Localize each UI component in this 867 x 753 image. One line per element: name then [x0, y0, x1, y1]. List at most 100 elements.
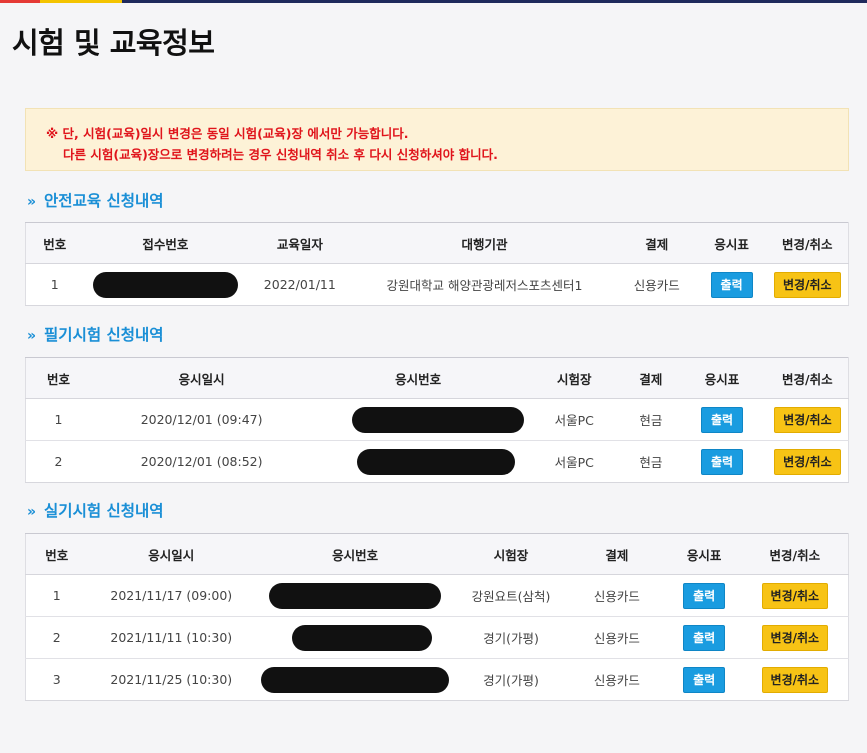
- col-header: 응시표: [666, 533, 742, 575]
- notice-line-2: 다른 시험(교육)장으로 변경하려는 경우 신청내역 취소 후 다시 신청하셔야…: [63, 147, 498, 162]
- table-row: 3 2021/11/25 (10:30) 경기(가평) 신용카드 출력 변경/취…: [26, 659, 849, 701]
- section-title-safety-label: 안전교육 신청내역: [44, 192, 164, 210]
- payment-method: 신용카드: [633, 278, 680, 293]
- exam-site: 경기(가평): [455, 616, 567, 659]
- print-button[interactable]: 출력: [683, 624, 726, 651]
- exam-number-cell: [255, 659, 455, 701]
- payment-method: 신용카드: [566, 574, 667, 617]
- table-header-row: 번호 응시일시 응시번호 시험장 결제 응시표 변경/취소: [25, 533, 849, 575]
- change-cell: 변경/취소: [767, 441, 849, 483]
- change-cell: 변경/취소: [741, 574, 849, 617]
- col-header: 대행기관: [352, 222, 617, 264]
- col-header: 번호: [25, 533, 88, 575]
- col-header: 시험장: [455, 533, 567, 575]
- written-table: 번호 응시일시 응시번호 시험장 결제 응시표 변경/취소 1 2020/12/…: [25, 357, 849, 483]
- notice-line-1: ※ 단, 시험(교육)일시 변경은 동일 시험(교육)장 에서만 가능합니다.: [46, 126, 409, 141]
- row-number: 3: [52, 672, 61, 687]
- row-number: 2: [25, 616, 88, 659]
- top-accent-bar: [0, 0, 867, 3]
- row-number: 2: [54, 454, 63, 469]
- section-title-written-label: 필기시험 신청내역: [44, 326, 164, 344]
- print-cell: 출력: [697, 264, 767, 306]
- print-cell: 출력: [666, 616, 742, 659]
- exam-site: 강원요트(삼척): [455, 574, 567, 617]
- payment-method: 신용카드: [566, 616, 667, 659]
- exam-number-cell: [255, 616, 456, 659]
- top-accent-red: [0, 0, 40, 3]
- agency: 강원대학교 해양관광레저스포츠센터1: [386, 278, 583, 293]
- redacted-block: [292, 624, 433, 651]
- col-header: 결제: [566, 533, 667, 575]
- section-title-practical-label: 실기시험 신청내역: [44, 502, 164, 520]
- payment-method: 현금: [624, 398, 678, 441]
- exam-datetime: 2020/12/01 (08:52): [140, 454, 263, 469]
- print-button[interactable]: 출력: [710, 271, 753, 298]
- double-chevron-right-icon: »: [27, 504, 37, 520]
- print-button[interactable]: 출력: [700, 448, 744, 475]
- table-header-row: 번호 접수번호 교육일자 대행기관 결제 응시표 변경/취소: [25, 222, 849, 264]
- education-date: 2022/01/11: [263, 277, 336, 292]
- table-header-row: 번호 응시일시 응시번호 시험장 결제 응시표 변경/취소: [25, 357, 849, 399]
- redacted-block: [357, 448, 516, 475]
- change-cancel-button[interactable]: 변경/취소: [774, 448, 841, 475]
- col-header: 응시번호: [312, 357, 525, 399]
- double-chevron-right-icon: »: [27, 194, 37, 210]
- col-header: 변경/취소: [766, 222, 849, 264]
- change-cancel-button[interactable]: 변경/취소: [774, 271, 841, 298]
- payment-method: 신용카드: [593, 673, 640, 688]
- change-cancel-button[interactable]: 변경/취소: [774, 406, 841, 433]
- print-button[interactable]: 출력: [683, 666, 726, 693]
- print-button[interactable]: 출력: [683, 582, 726, 609]
- exam-number-cell: [312, 441, 524, 483]
- col-header: 응시표: [696, 222, 767, 264]
- page-title: 시험 및 교육정보: [12, 26, 215, 60]
- change-cell: 변경/취소: [742, 659, 849, 701]
- col-header: 응시표: [677, 357, 767, 399]
- change-cancel-button[interactable]: 변경/취소: [761, 666, 829, 693]
- section-title-practical: » 실기시험 신청내역: [27, 499, 164, 521]
- col-header: 교육일자: [247, 222, 353, 264]
- redacted-block: [352, 406, 525, 433]
- notice-box: ※ 단, 시험(교육)일시 변경은 동일 시험(교육)장 에서만 가능합니다. …: [25, 108, 849, 171]
- change-cell: 변경/취소: [741, 616, 849, 659]
- print-button[interactable]: 출력: [700, 406, 744, 433]
- section-title-safety: » 안전교육 신청내역: [27, 189, 164, 211]
- change-cancel-button[interactable]: 변경/취소: [761, 582, 829, 609]
- exam-datetime: 2020/12/01 (09:47): [91, 398, 313, 441]
- exam-datetime: 2021/11/11 (10:30): [87, 616, 256, 659]
- exam-site: 서울PC: [524, 398, 625, 441]
- change-cell: 변경/취소: [767, 264, 849, 306]
- row-number: 1: [25, 398, 92, 441]
- print-cell: 출력: [666, 574, 742, 617]
- col-header: 응시일시: [91, 357, 313, 399]
- redacted-block: [261, 666, 450, 693]
- table-row: 2 2020/12/01 (08:52) 서울PC 현금 출력 변경/취소: [26, 441, 849, 483]
- safety-table: 번호 접수번호 교육일자 대행기관 결제 응시표 변경/취소 1 2022/01…: [25, 222, 849, 306]
- exam-number-cell: [255, 574, 456, 617]
- table-row: 2 2021/11/11 (10:30) 경기(가평) 신용카드 출력 변경/취…: [25, 616, 849, 659]
- col-header: 번호: [25, 222, 84, 264]
- exam-datetime: 2021/11/17 (09:00): [87, 574, 256, 617]
- col-header: 결제: [616, 222, 697, 264]
- practical-table: 번호 응시일시 응시번호 시험장 결제 응시표 변경/취소 1 2021/11/…: [25, 533, 849, 701]
- exam-site: 경기(가평): [483, 673, 539, 688]
- col-header: 응시일시: [87, 533, 256, 575]
- exam-number-cell: [312, 398, 525, 441]
- change-cancel-button[interactable]: 변경/취소: [761, 624, 829, 651]
- print-cell: 출력: [677, 398, 767, 441]
- redacted-block: [92, 271, 238, 298]
- section-title-written: » 필기시험 신청내역: [27, 323, 164, 345]
- col-header: 응시번호: [255, 533, 456, 575]
- col-header: 변경/취소: [766, 357, 849, 399]
- print-cell: 출력: [677, 441, 766, 483]
- top-accent-yellow: [40, 0, 122, 3]
- change-cell: 변경/취소: [766, 398, 849, 441]
- redacted-block: [269, 582, 442, 609]
- exam-site: 서울PC: [554, 455, 594, 470]
- row-number: 1: [25, 574, 88, 617]
- col-header: 접수번호: [83, 222, 248, 264]
- double-chevron-right-icon: »: [27, 328, 37, 344]
- col-header: 결제: [624, 357, 678, 399]
- col-header: 번호: [25, 357, 92, 399]
- table-row: 1 2021/11/17 (09:00) 강원요트(삼척) 신용카드 출력 변경…: [25, 574, 849, 617]
